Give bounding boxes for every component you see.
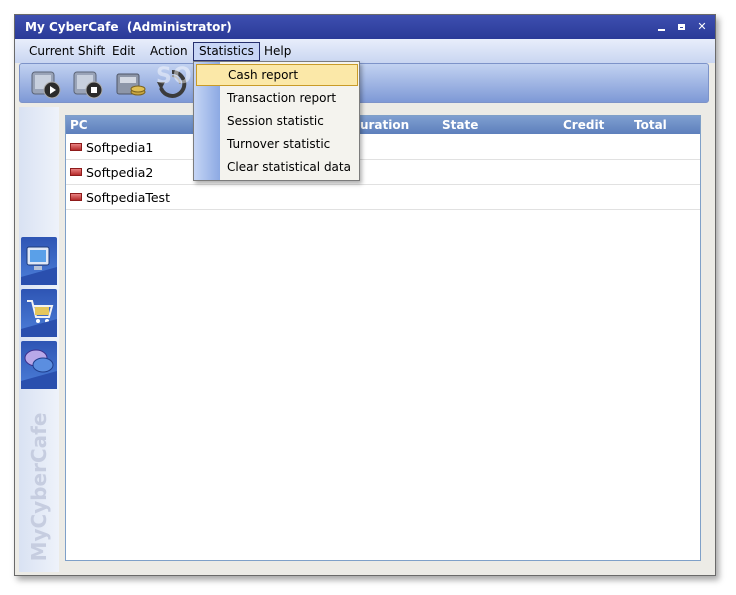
list-header: PC Duration State Credit Total: [66, 116, 700, 134]
sidebar: MyCyberCafe: [19, 107, 59, 572]
computers-icon[interactable]: [21, 237, 57, 285]
menu-item-turnover-statistic[interactable]: Turnover statistic: [194, 133, 359, 155]
column-total[interactable]: Total: [634, 118, 667, 132]
pc-name: SoftpediaTest: [86, 190, 170, 205]
title-bar[interactable]: My CyberCafe (Administrator) ✕: [15, 15, 715, 39]
menu-item-session-statistic[interactable]: Session statistic: [194, 110, 359, 132]
table-row[interactable]: Softpedia1: [66, 135, 700, 160]
column-state[interactable]: State: [442, 118, 478, 132]
app-window: My CyberCafe (Administrator) ✕ Current S…: [14, 14, 716, 576]
menu-item-label: Turnover statistic: [227, 137, 331, 151]
statistics-dropdown-menu: Cash report Transaction report Session s…: [193, 61, 360, 181]
toolbar: SOFTPEDIA: [19, 63, 709, 103]
maximize-icon[interactable]: [675, 20, 689, 34]
cash-register-icon[interactable]: [114, 68, 146, 100]
brand-text: MyCyberCafe: [27, 412, 51, 562]
chat-icon[interactable]: [21, 341, 57, 389]
close-icon[interactable]: ✕: [695, 20, 709, 34]
column-pc[interactable]: PC: [70, 118, 88, 132]
pc-status-icon: [70, 143, 82, 151]
menu-help[interactable]: Help: [258, 42, 297, 61]
menu-item-label: Session statistic: [227, 114, 324, 128]
shop-cart-icon[interactable]: [21, 289, 57, 337]
pc-list: PC Duration State Credit Total Softpedia…: [65, 115, 701, 561]
menu-statistics[interactable]: Statistics: [193, 42, 260, 61]
menu-edit[interactable]: Edit: [106, 42, 141, 61]
start-session-icon[interactable]: [30, 68, 62, 100]
minimize-icon[interactable]: [655, 20, 669, 34]
table-row[interactable]: SoftpediaTest: [66, 185, 700, 210]
menu-item-cash-report[interactable]: Cash report: [196, 64, 358, 86]
menu-item-label: Cash report: [228, 68, 299, 82]
sidebar-brand: MyCyberCafe: [19, 407, 59, 567]
pc-status-icon: [70, 193, 82, 201]
pc-name: Softpedia2: [86, 165, 154, 180]
table-row[interactable]: Softpedia2: [66, 160, 700, 185]
stop-session-icon[interactable]: [72, 68, 104, 100]
window-title: My CyberCafe (Administrator): [25, 20, 232, 34]
menu-action[interactable]: Action: [144, 42, 194, 61]
menu-item-label: Clear statistical data: [227, 160, 351, 174]
pc-status-icon: [70, 168, 82, 176]
column-credit[interactable]: Credit: [563, 118, 604, 132]
menu-bar: Current Shift Edit Action Statistics Hel…: [15, 39, 715, 63]
menu-current-shift[interactable]: Current Shift: [23, 42, 111, 61]
menu-item-clear-statistical-data[interactable]: Clear statistical data: [194, 156, 359, 178]
menu-item-transaction-report[interactable]: Transaction report: [194, 87, 359, 109]
pc-name: Softpedia1: [86, 140, 154, 155]
menu-item-label: Transaction report: [227, 91, 337, 105]
